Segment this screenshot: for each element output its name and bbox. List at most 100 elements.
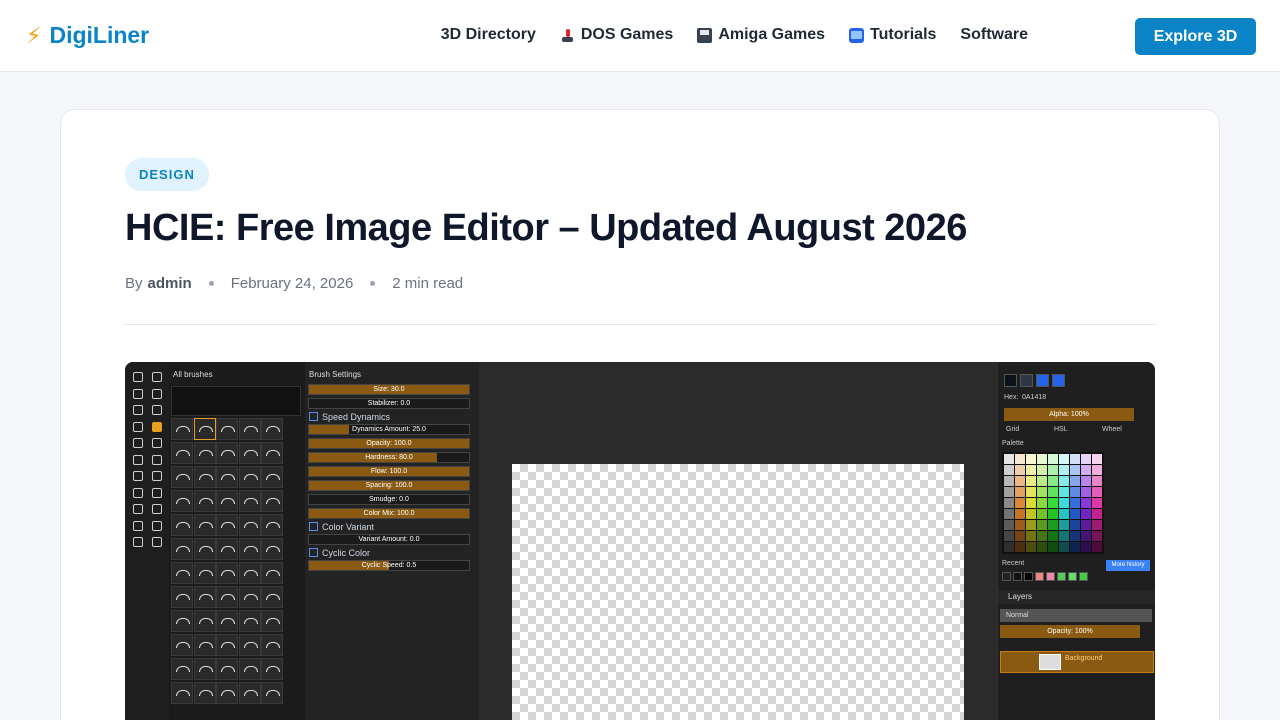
editor-tool-icon bbox=[152, 487, 162, 498]
explore-3d-button[interactable]: Explore 3D bbox=[1135, 18, 1256, 55]
author-link[interactable]: admin bbox=[148, 275, 192, 292]
palette-swatch bbox=[1026, 542, 1036, 552]
layers-header: Layers bbox=[998, 590, 1155, 604]
nav-item-software[interactable]: Software bbox=[960, 26, 1028, 44]
nav-item-3d-directory[interactable]: 3D Directory bbox=[441, 26, 536, 44]
slider-label: Hardness: 80.0 bbox=[365, 454, 413, 461]
palette-swatch bbox=[1026, 509, 1036, 519]
slider-label: Cyclic Speed: 0.5 bbox=[361, 562, 417, 569]
palette-swatch bbox=[1070, 454, 1080, 464]
palette-swatch bbox=[1004, 487, 1014, 497]
nav-label: Amiga Games bbox=[718, 26, 826, 43]
brush-thumbnail bbox=[238, 442, 261, 464]
palette-swatch bbox=[1081, 509, 1091, 519]
brush-thumbnail bbox=[171, 490, 193, 512]
brush-settings-panel: Brush Settings Size: 30.0 Stabilizer: 0.0… bbox=[305, 362, 479, 720]
palette-swatch bbox=[1059, 542, 1069, 552]
editor-tool-icon bbox=[152, 454, 162, 465]
article-title: HCIE: Free Image Editor – Updated August… bbox=[125, 207, 967, 249]
palette-swatch bbox=[1015, 520, 1025, 530]
brush-thumbnail bbox=[193, 610, 216, 632]
brush-thumbnail bbox=[171, 562, 193, 584]
tv-icon bbox=[849, 27, 865, 43]
palette-swatch bbox=[1092, 542, 1102, 552]
palette-swatch bbox=[1048, 542, 1058, 552]
brush-thumbnail bbox=[216, 418, 238, 440]
editor-tool-icon bbox=[152, 372, 162, 382]
brush-thumbnail bbox=[261, 514, 283, 536]
palette-swatch bbox=[1026, 487, 1036, 497]
palette-swatch bbox=[1048, 487, 1058, 497]
editor-tool-icon bbox=[133, 388, 143, 399]
brush-setting-slider: Flow: 100.0 bbox=[308, 466, 470, 477]
brush-thumbnail bbox=[216, 442, 238, 464]
brush-thumbnail bbox=[193, 514, 216, 536]
brush-thumbnail bbox=[261, 634, 283, 656]
editor-tool-icon bbox=[152, 388, 162, 399]
site-logo[interactable]: ⚡ DigiLiner bbox=[26, 22, 149, 49]
nav-item-dos-games[interactable]: DOS Games bbox=[560, 26, 673, 44]
palette-swatch bbox=[1015, 454, 1025, 464]
palette-swatch bbox=[1059, 498, 1069, 508]
palette-swatch bbox=[1037, 531, 1047, 541]
brush-thumbnail bbox=[171, 658, 193, 680]
brush-thumbnail bbox=[193, 466, 216, 488]
palette-swatch bbox=[1026, 476, 1036, 486]
secondary-color-swatch bbox=[1020, 374, 1033, 387]
palette-swatch bbox=[1081, 531, 1091, 541]
meta-separator bbox=[208, 281, 214, 286]
brush-thumbnail bbox=[238, 490, 261, 512]
slider-label: Variant Amount: 0.0 bbox=[358, 536, 420, 543]
color-palette bbox=[1002, 452, 1104, 554]
palette-swatch bbox=[1015, 542, 1025, 552]
palette-swatch bbox=[1059, 487, 1069, 497]
author-prefix: By bbox=[125, 275, 143, 292]
brush-setting-slider: Variant Amount: 0.0 bbox=[308, 534, 470, 545]
settings-section-label: Speed Dynamics bbox=[309, 412, 390, 422]
slider-label: Smudge: 0.0 bbox=[369, 496, 409, 503]
palette-swatch bbox=[1081, 454, 1091, 464]
category-badge[interactable]: DESIGN bbox=[125, 158, 209, 191]
brush-setting-slider: Stabilizer: 0.0 bbox=[308, 398, 470, 409]
nav-item-tutorials[interactable]: Tutorials bbox=[849, 26, 936, 44]
slider-label: Size: 30.0 bbox=[373, 386, 405, 393]
recent-color-swatch bbox=[1046, 572, 1055, 581]
brush-thumbnail bbox=[193, 490, 216, 512]
palette-swatch bbox=[1048, 465, 1058, 475]
brush-thumbnail bbox=[238, 514, 261, 536]
palette-swatch bbox=[1004, 542, 1014, 552]
publish-date: February 24, 2026 bbox=[230, 275, 354, 292]
palette-swatch bbox=[1059, 476, 1069, 486]
nav-label: 3D Directory bbox=[440, 26, 536, 43]
divider bbox=[125, 324, 1155, 325]
palette-swatch bbox=[1092, 465, 1102, 475]
brush-thumbnail bbox=[193, 538, 216, 560]
brush-thumbnail bbox=[216, 658, 238, 680]
palette-swatch bbox=[1081, 498, 1091, 508]
brush-thumbnail bbox=[238, 562, 261, 584]
brush-thumbnail bbox=[171, 538, 193, 560]
brush-thumbnail bbox=[261, 538, 283, 560]
palette-swatch bbox=[1015, 531, 1025, 541]
brush-thumbnail bbox=[261, 490, 283, 512]
palette-swatch bbox=[1070, 509, 1080, 519]
palette-swatch bbox=[1015, 465, 1025, 475]
brush-thumbnail bbox=[193, 634, 216, 656]
palette-swatch bbox=[1015, 487, 1025, 497]
blend-mode-select: Normal bbox=[1000, 609, 1152, 622]
recent-color-swatch bbox=[1013, 572, 1022, 581]
brush-thumbnail bbox=[238, 466, 261, 488]
lightning-bolt-icon: ⚡ bbox=[26, 22, 42, 48]
brush-thumbnail bbox=[171, 634, 193, 656]
palette-swatch bbox=[1070, 498, 1080, 508]
palette-swatch bbox=[1048, 520, 1058, 530]
brush-setting-slider: Opacity: 100.0 bbox=[308, 438, 470, 449]
slider-label: Color Mix: 100.0 bbox=[363, 510, 415, 517]
brush-thumbnail bbox=[216, 610, 238, 632]
nav-item-amiga-games[interactable]: Amiga Games bbox=[697, 26, 825, 44]
editor-tool-icon bbox=[133, 471, 143, 481]
palette-swatch bbox=[1037, 454, 1047, 464]
brush-thumbnail bbox=[193, 586, 216, 608]
brush-thumbnail bbox=[261, 658, 283, 680]
editor-tool-icon bbox=[152, 504, 162, 514]
